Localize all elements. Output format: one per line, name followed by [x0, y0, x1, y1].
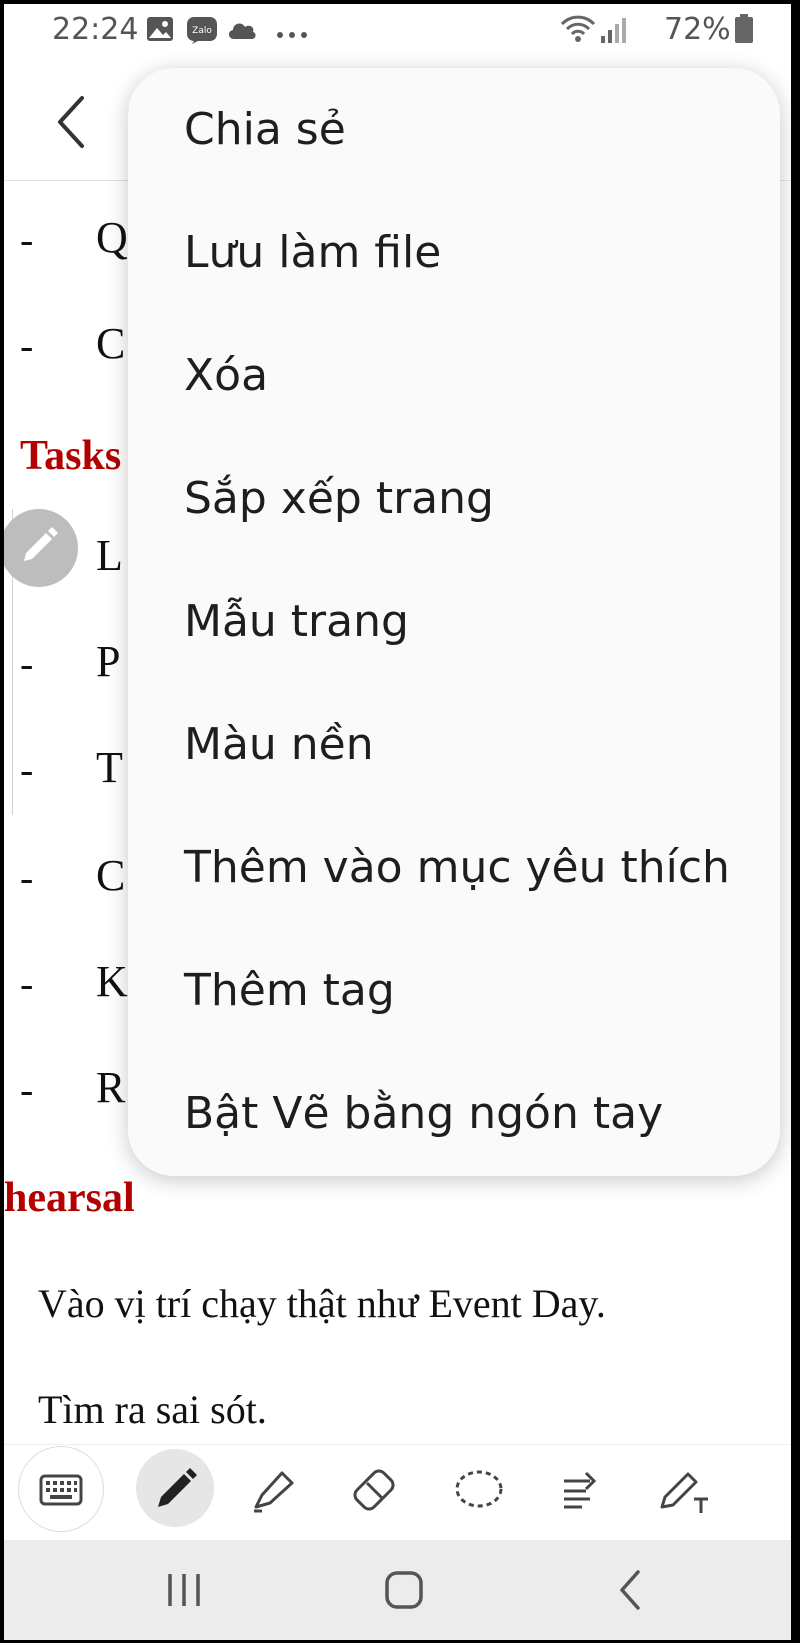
recent-apps-icon	[168, 1574, 200, 1606]
menu-item-save-as-file[interactable]: Lưu làm file	[128, 191, 780, 313]
menu-item-reorder-pages[interactable]: Sắp xếp trang	[128, 437, 780, 559]
floating-pen-button[interactable]	[4, 509, 78, 587]
menu-item-share[interactable]: Chia sẻ	[128, 68, 780, 190]
bullet-dash: -	[20, 855, 34, 900]
bullet-text: K	[96, 957, 128, 1006]
wifi-icon	[560, 14, 596, 48]
back-button[interactable]	[52, 92, 92, 152]
cloud-icon	[226, 18, 258, 44]
pen-icon	[158, 1468, 197, 1507]
bullet-dash: -	[20, 217, 34, 262]
system-navigation-bar	[4, 1540, 791, 1640]
menu-item-delete[interactable]: Xóa	[128, 314, 780, 436]
bullet-dash: -	[20, 961, 34, 1006]
more-dots-icon	[276, 24, 308, 43]
heading-rehearsal: hearsal	[4, 1175, 135, 1221]
drawing-toolbar	[4, 1444, 791, 1541]
highlighter-icon	[254, 1471, 294, 1513]
bullet-dash: -	[20, 323, 34, 368]
status-bar: 22:24 Zalo 72%	[4, 4, 791, 56]
handwriting-to-text-icon	[660, 1472, 708, 1513]
eraser-tool-button[interactable]	[342, 1453, 412, 1523]
lasso-select-icon	[455, 1470, 503, 1508]
keyboard-button[interactable]	[18, 1446, 104, 1532]
home-icon	[385, 1571, 423, 1609]
menu-item-add-to-favorites[interactable]: Thêm vào mục yêu thích	[128, 806, 780, 928]
overflow-menu: Chia sẻ Lưu làm file Xóa Sắp xếp trang M…	[128, 68, 780, 1176]
bullet-text: Q	[96, 213, 128, 262]
status-time: 22:24	[52, 12, 139, 47]
bullet-text: C	[96, 851, 126, 900]
battery-percent: 72%	[664, 12, 731, 47]
bullet-text: R	[96, 1063, 126, 1112]
menu-item-background-color[interactable]: Màu nền	[128, 683, 780, 805]
back-icon	[620, 1570, 640, 1610]
bullet-text: C	[96, 319, 126, 368]
heading-tasks: Tasks	[20, 433, 122, 479]
bullet-dash: -	[20, 1067, 34, 1112]
battery-icon	[734, 14, 754, 48]
handwriting-to-text-tool-button[interactable]	[648, 1453, 718, 1523]
eraser-icon	[353, 1469, 395, 1511]
bullet-text: T	[96, 743, 123, 792]
recent-apps-button[interactable]	[154, 1560, 214, 1620]
paragraph: Tìm ra sai sót.	[38, 1387, 267, 1432]
gallery-icon	[146, 16, 174, 46]
bullet-text: L	[96, 531, 123, 580]
bullet-dash: -	[20, 641, 34, 686]
signal-icon	[600, 16, 628, 48]
zalo-icon: Zalo	[186, 16, 218, 48]
pen-tool-button[interactable]	[136, 1449, 214, 1527]
bullet-dash: -	[20, 747, 34, 792]
lasso-select-tool-button[interactable]	[444, 1453, 514, 1523]
menu-item-add-tag[interactable]: Thêm tag	[128, 929, 780, 1051]
phone-screen: 22:24 Zalo 72% N - Q -	[4, 4, 791, 1640]
menu-item-finger-drawing[interactable]: Bật Vẽ bằng ngón tay	[128, 1052, 780, 1174]
highlighter-tool-button[interactable]	[240, 1453, 310, 1523]
pencil-icon	[24, 527, 58, 561]
nav-back-button[interactable]	[602, 1560, 662, 1620]
text-align-icon	[564, 1471, 597, 1509]
bullet-text: P	[96, 637, 121, 686]
keyboard-icon	[39, 1474, 83, 1506]
text-align-tool-button[interactable]	[546, 1453, 616, 1523]
home-button[interactable]	[374, 1560, 434, 1620]
paragraph: Vào vị trí chạy thật như Event Day.	[38, 1281, 606, 1326]
menu-item-page-template[interactable]: Mẫu trang	[128, 560, 780, 682]
svg-text:Zalo: Zalo	[192, 26, 212, 36]
